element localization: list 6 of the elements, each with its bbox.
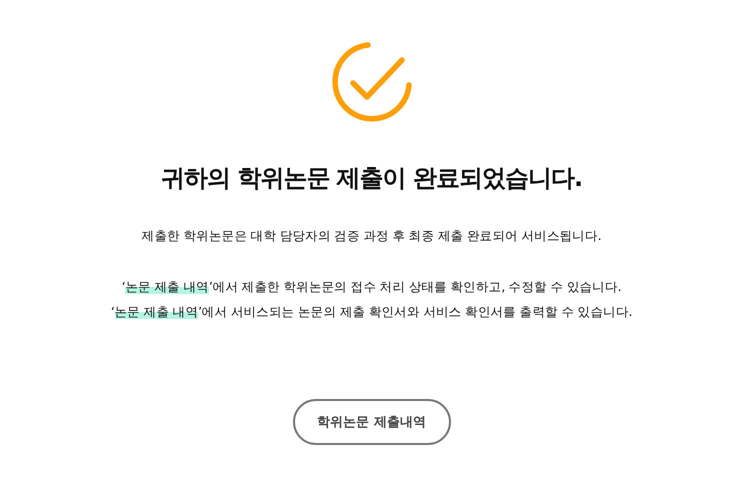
submission-history-button[interactable]: 학위논문 제출내역 xyxy=(292,399,450,445)
notice-text: 제출한 학위논문은 대학 담당자의 검증 과정 후 최종 제출 완료되어 서비스됩니다. xyxy=(142,228,602,245)
guide-text: ‘논문 제출 내역’에서 제출한 학위논문의 접수 처리 상태를 확인하고, 수정할 수 있습니다. xyxy=(122,279,622,296)
completion-title: 귀하의 학위논문 제출이 완료되었습니다. xyxy=(160,163,582,194)
guide-text: ‘논문 제출 내역’에서 서비스되는 논문의 제출 확인서와 서비스 확인서를 출력할 수 있습니다. xyxy=(110,304,632,321)
check-circle-icon xyxy=(330,40,414,124)
